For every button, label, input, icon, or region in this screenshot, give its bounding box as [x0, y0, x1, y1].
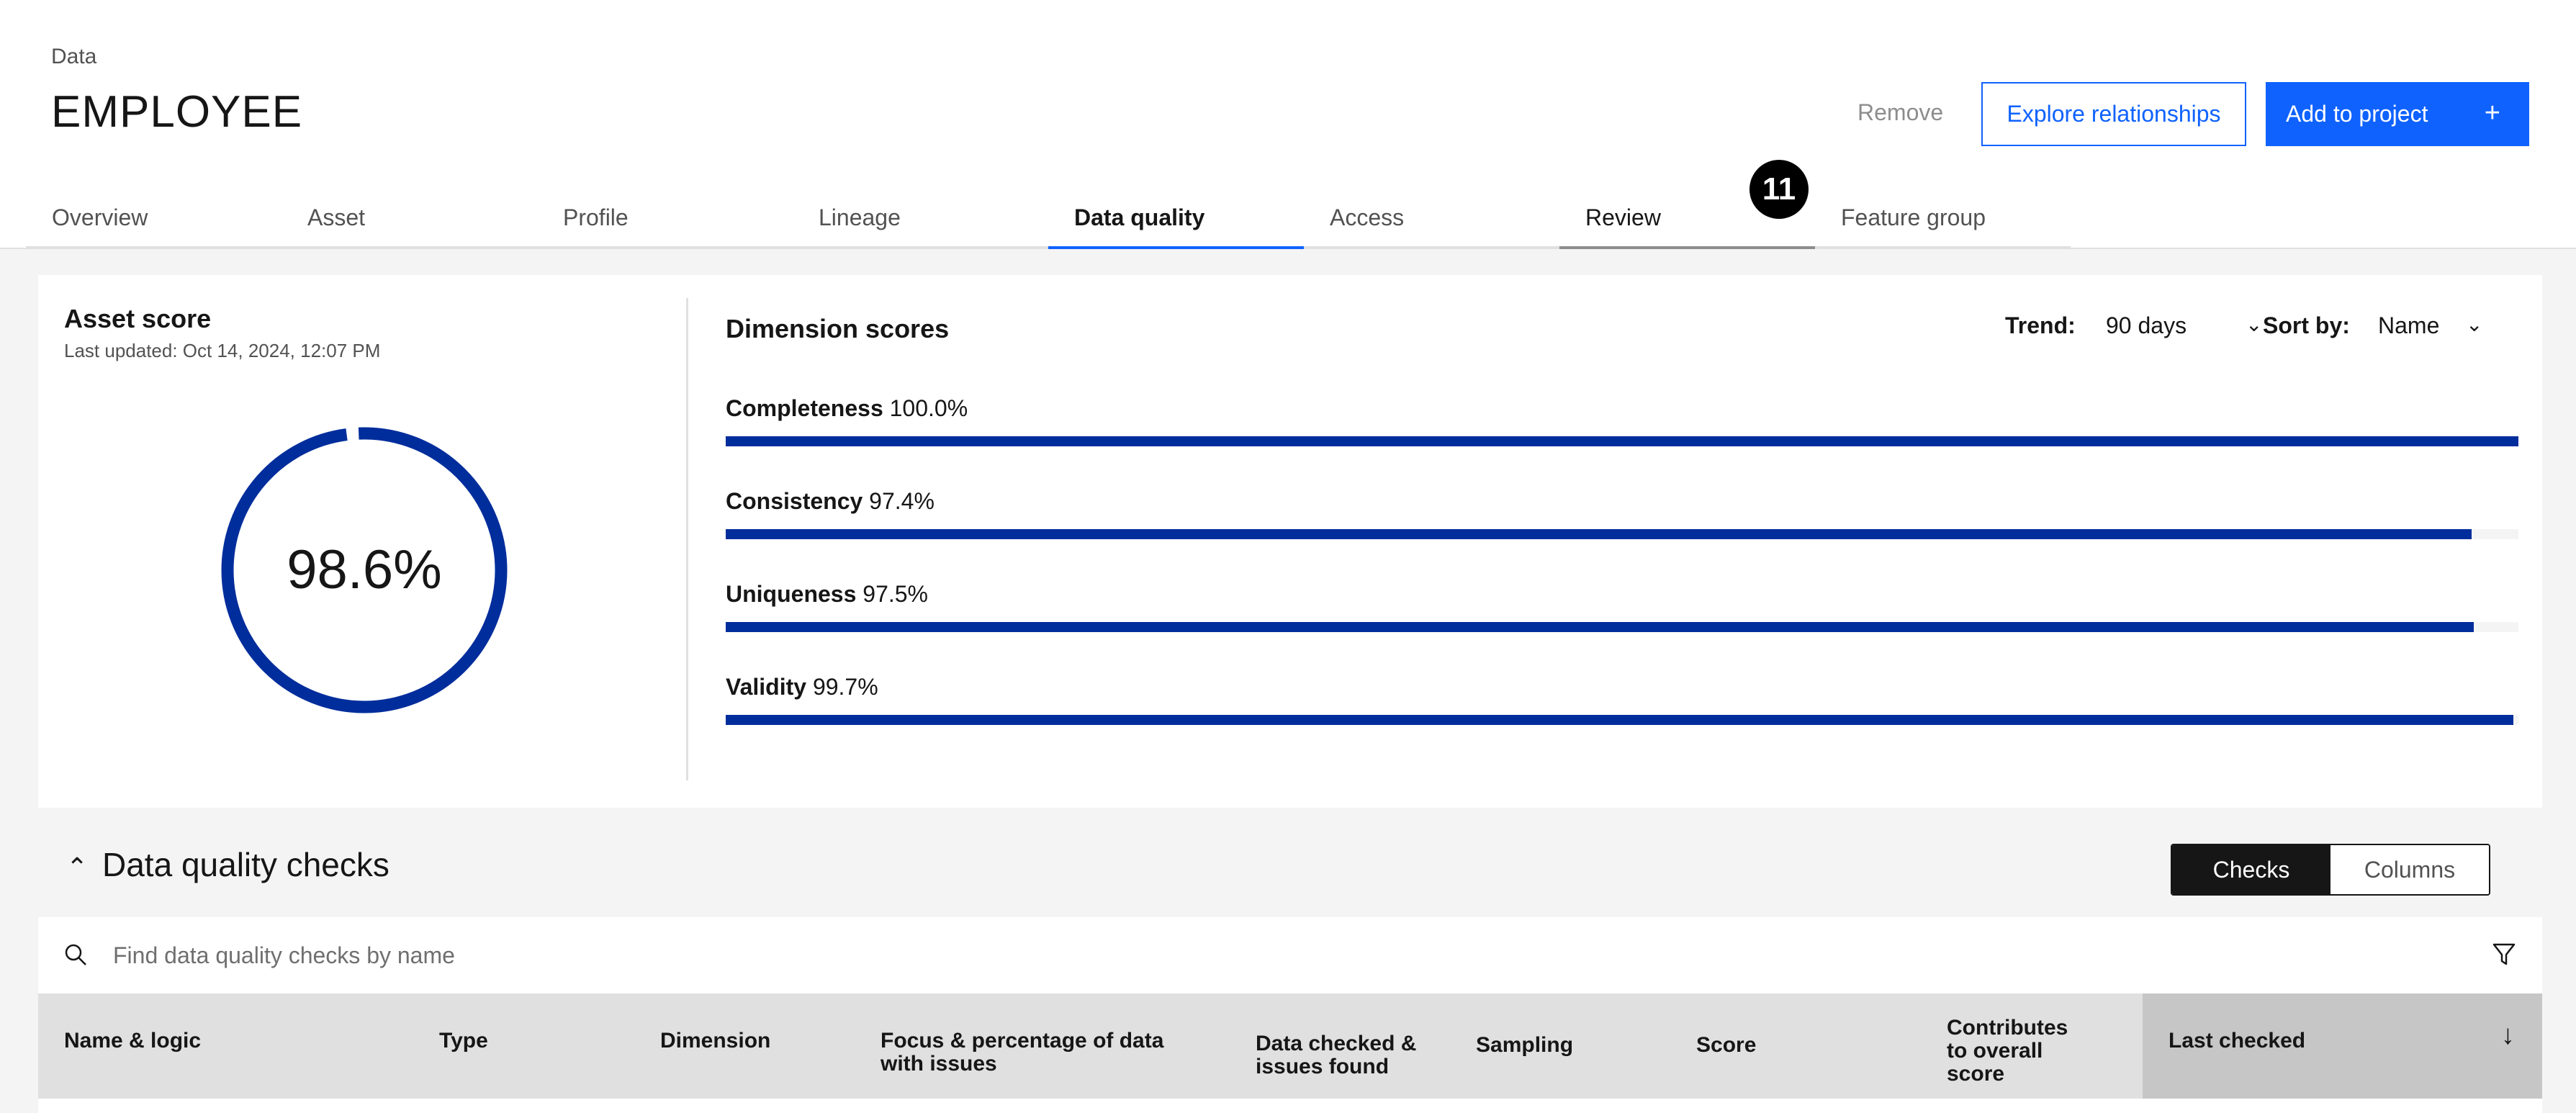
- add-to-project-button[interactable]: Add to project +: [2266, 82, 2529, 146]
- last-updated: Last updated: Oct 14, 2024, 12:07 PM: [64, 340, 381, 361]
- dimension-bar-track: [726, 529, 2518, 539]
- column-header-last-checked-label: Last checked: [2169, 1029, 2306, 1053]
- dimension-bar-fill: [726, 436, 2518, 446]
- dimension-value: 97.5%: [863, 581, 928, 607]
- page-title: EMPLOYEE: [51, 87, 303, 137]
- breadcrumb[interactable]: Data: [51, 45, 96, 69]
- column-header-data-checked-line2: issues found: [1256, 1055, 1390, 1078]
- dimension-bar-fill: [726, 715, 2513, 725]
- chevron-down-icon[interactable]: ⌄: [2466, 312, 2482, 336]
- column-header-dimension[interactable]: Dimension: [660, 1029, 770, 1053]
- dimension-validity: Validity 99.7%: [726, 674, 2518, 725]
- trend-dropdown[interactable]: 90 days: [2106, 312, 2187, 339]
- view-toggle: Checks Columns: [2171, 844, 2490, 896]
- dimension-scores-title: Dimension scores: [726, 314, 950, 343]
- dimension-value: 97.4%: [869, 488, 935, 514]
- column-header-data-checked-line1: Data checked &: [1256, 1032, 1417, 1055]
- column-header-last-checked[interactable]: Last checked ↓: [2143, 993, 2542, 1099]
- column-header-data-checked[interactable]: Data checked & issues found: [1256, 1032, 1416, 1078]
- dimension-bar-track: [726, 436, 2518, 446]
- asset-score-title: Asset score: [64, 304, 212, 333]
- dimension-name: Consistency: [726, 488, 863, 514]
- column-header-score[interactable]: Score: [1696, 1034, 1756, 1057]
- dimension-name: Uniqueness: [726, 581, 857, 607]
- column-header-contributes-line1: Contributes: [1947, 1016, 2068, 1040]
- chevron-down-icon[interactable]: ⌄: [2246, 312, 2262, 336]
- tab-data-quality[interactable]: Data quality: [1048, 189, 1304, 249]
- column-header-type[interactable]: Type: [439, 1029, 488, 1053]
- dimension-name: Validity: [726, 674, 807, 700]
- search-bar: [38, 917, 2542, 993]
- plus-icon: +: [2484, 98, 2500, 128]
- column-header-name[interactable]: Name & logic: [64, 1029, 201, 1053]
- dimension-bar-track: [726, 622, 2518, 632]
- columns-toggle-button[interactable]: Columns: [2330, 845, 2489, 894]
- column-header-contributes-line3: score: [1947, 1062, 2005, 1086]
- filter-icon[interactable]: [2492, 942, 2516, 968]
- tab-asset[interactable]: Asset: [282, 189, 537, 249]
- column-header-contributes-line2: to overall: [1947, 1039, 2043, 1063]
- asset-score-value: 98.6%: [287, 539, 442, 600]
- dimension-bar-fill: [726, 529, 2472, 539]
- column-header-sampling[interactable]: Sampling: [1476, 1034, 1573, 1057]
- divider: [686, 298, 688, 780]
- column-header-focus-line1: Focus & percentage of data: [881, 1029, 1164, 1053]
- sort-by-label: Sort by:: [2263, 312, 2350, 338]
- dimension-uniqueness: Uniqueness 97.5%: [726, 581, 2518, 632]
- notification-badge: 11: [1749, 160, 1809, 219]
- dimension-name: Completeness: [726, 395, 883, 421]
- column-header-focus-line2: with issues: [881, 1052, 997, 1076]
- explore-relationships-button[interactable]: Explore relationships: [1981, 82, 2246, 146]
- sort-dropdown[interactable]: Name: [2378, 312, 2439, 339]
- data-quality-checks-title[interactable]: Data quality checks: [102, 845, 389, 884]
- table-body: [38, 1099, 2542, 1113]
- page-header: Data EMPLOYEE Remove Explore relationshi…: [0, 0, 2576, 249]
- column-header-focus[interactable]: Focus & percentage of data with issues: [881, 1029, 1163, 1076]
- tab-lineage[interactable]: Lineage: [793, 189, 1048, 249]
- tab-feature-group[interactable]: Feature group: [1815, 189, 2071, 249]
- add-to-project-label: Add to project: [2286, 101, 2428, 127]
- table-header: Name & logic Type Dimension Focus & perc…: [38, 993, 2542, 1099]
- dimension-bar-track: [726, 715, 2518, 725]
- dimension-value: 99.7%: [812, 674, 878, 700]
- dimension-bar-fill: [726, 622, 2474, 632]
- dimension-completeness: Completeness 100.0%: [726, 395, 2518, 446]
- dimension-consistency: Consistency 97.4%: [726, 488, 2518, 539]
- search-icon: [65, 944, 86, 965]
- tab-profile[interactable]: Profile: [537, 189, 793, 249]
- tab-access[interactable]: Access: [1304, 189, 1559, 249]
- score-card: Asset score Last updated: Oct 14, 2024, …: [38, 275, 2542, 808]
- chevron-up-icon[interactable]: ⌃: [66, 852, 88, 883]
- trend-label: Trend:: [2005, 312, 2076, 338]
- remove-button[interactable]: Remove: [1857, 99, 1943, 126]
- tab-overview[interactable]: Overview: [26, 189, 282, 249]
- dimension-value: 100.0%: [889, 395, 968, 421]
- column-header-contributes[interactable]: Contributes to overall score: [1947, 1017, 2068, 1086]
- checks-toggle-button[interactable]: Checks: [2172, 845, 2330, 894]
- data-quality-panel: Asset score Last updated: Oct 14, 2024, …: [0, 249, 2576, 1113]
- search-input[interactable]: [113, 937, 2417, 973]
- arrow-down-icon[interactable]: ↓: [2501, 1022, 2515, 1049]
